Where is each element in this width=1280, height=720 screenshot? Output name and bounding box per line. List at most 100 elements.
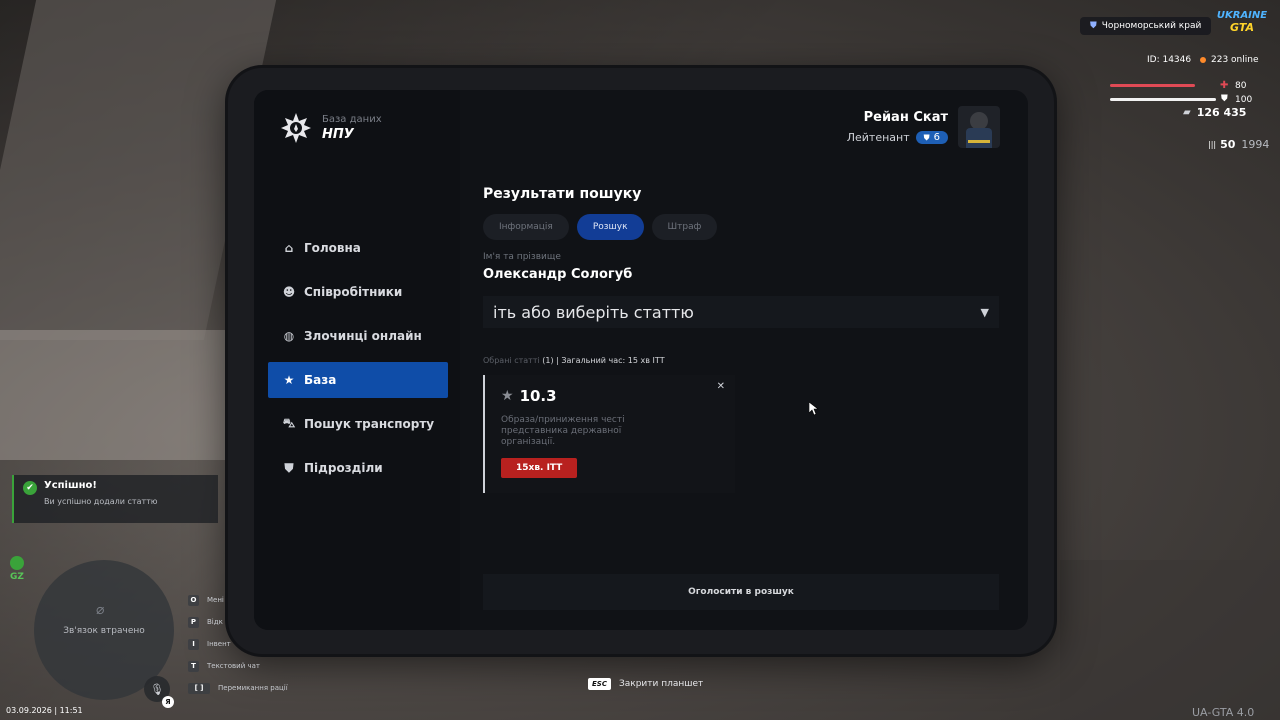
declare-wanted-button[interactable]: Оголосити в розшук [483, 574, 999, 610]
online-icon [1200, 57, 1206, 63]
key-hint-label: Інвент [207, 640, 231, 648]
key-t: T [188, 660, 199, 672]
sidebar-item-home[interactable]: ⌂ Головна [268, 230, 448, 266]
article-header: ★ 10.3 [501, 387, 719, 405]
rank-badge: ⛊ 6 [915, 131, 948, 144]
tab-wanted[interactable]: Розшук [576, 214, 644, 240]
tab-information[interactable]: Інформація [483, 214, 569, 240]
total-time: | Загальний час: 15 хв ІТТ [556, 356, 665, 365]
tab-fine[interactable]: Штраф [651, 214, 718, 240]
key-hint-row: [ ] Перемикання рації [188, 677, 288, 699]
key-i: I [188, 638, 199, 650]
avatar-body [966, 128, 992, 148]
date-time: 03.09.2026 | 11:51 [6, 706, 83, 715]
player-id-label: ID: 14346 [1147, 55, 1192, 65]
sidebar-item-criminals[interactable]: ◍ Злочинці онлайн [268, 318, 448, 354]
tablet-screen: База даних НПУ Рейан Скат Лейтенант ⛊ 6 [254, 90, 1028, 630]
sidebar-item-label: Головна [304, 241, 361, 255]
mic-badge: Я [162, 696, 174, 708]
sidebar-item-label: База [304, 373, 337, 387]
minimap-status: Зв'язок втрачено [63, 626, 145, 636]
car-icon: ⛍ [282, 416, 296, 430]
region-badge: ⛊ Чорноморський край [1080, 17, 1212, 35]
sidebar-item-label: Співробітники [304, 285, 403, 299]
avatar [958, 106, 1000, 148]
rank-level: 6 [933, 132, 940, 143]
heart-icon: ✚ [1220, 80, 1229, 91]
money-icon: ▰ [1183, 107, 1191, 118]
player-id: ID: 14346 [1147, 55, 1191, 65]
close-tablet-label: Закрити планшет [618, 679, 704, 689]
main-content: Результати пошуку Інформація Розшук Штра… [483, 186, 1001, 493]
no-signal-icon: ⌀ [96, 602, 105, 618]
page-title: Результати пошуку [483, 186, 642, 202]
article-description: Образа/приниження честі представника дер… [501, 415, 625, 447]
result-tabs: Інформація Розшук Штраф [483, 214, 1001, 240]
brand-line-2: GTA [1230, 21, 1254, 34]
online-count: 223 online [1200, 55, 1259, 65]
key-hints: O Мені P Відк I Інвент T Текстовий чат [… [188, 589, 288, 699]
article-time-badge: 15хв. ІТТ [501, 458, 578, 478]
health-bar [1110, 84, 1195, 87]
app-logo: База даних НПУ [280, 112, 382, 144]
users-icon: ☻ [282, 285, 296, 299]
logo-title: НПУ [322, 127, 354, 142]
check-icon: ✔ [23, 481, 37, 495]
brand-logo: UKRAINE GTA [1212, 10, 1272, 40]
sidebar-item-database[interactable]: ★ База [268, 362, 448, 398]
armor-bar [1110, 98, 1216, 101]
green-zone-indicator: GZ [8, 556, 26, 582]
green-zone-icon [10, 556, 24, 570]
chosen-articles-summary: Обрані статті (1) | Загальний час: 15 хв… [483, 356, 1001, 365]
key-p: P [188, 616, 199, 628]
chevron-down-icon: ▼ [980, 305, 989, 319]
close-tablet-hint: ESC Закрити планшет [588, 678, 703, 690]
sidebar-item-vehicle-search[interactable]: ⛍ Пошук транспорту [268, 406, 448, 442]
green-zone-label: GZ [10, 572, 24, 582]
police-tablet: База даних НПУ Рейан Скат Лейтенант ⛊ 6 [228, 68, 1054, 654]
key-hint-row: I Інвент [188, 633, 288, 655]
sidebar-item-label: Злочинці онлайн [304, 329, 422, 343]
profile-rank: Лейтенант ⛊ 6 [847, 131, 948, 144]
star-icon: ★ [283, 373, 295, 387]
key-hint-label: Відк [207, 618, 223, 626]
chosen-label: Обрані статті [483, 356, 540, 365]
profile-name: Рейан Скат [863, 110, 948, 125]
sidebar-item-employees[interactable]: ☻ Співробітники [268, 274, 448, 310]
chosen-count: (1) [542, 356, 554, 365]
article-select[interactable]: іть або виберіть статтю ▼ [483, 296, 999, 328]
police-star-icon [281, 113, 311, 143]
world-table [0, 330, 230, 460]
ammo-total: 1994 [1241, 138, 1270, 151]
mouse-cursor-icon [809, 402, 819, 416]
star-icon: ★ [501, 388, 514, 404]
name-label: Ім'я та прізвище [483, 252, 561, 262]
sidebar-item-label: Пошук транспорту [304, 417, 435, 431]
article-select-value: іть або виберіть статтю [493, 302, 694, 322]
success-notification: ✔ Успішно! Ви успішно додали статтю [12, 475, 218, 523]
ammo-current: 50 [1220, 138, 1236, 151]
sidebar-item-label: Підрозділи [304, 461, 383, 475]
health-value: 80 [1235, 81, 1247, 91]
armor-icon: ⛊ [1221, 94, 1228, 104]
key-hint-label: Текстовий чат [207, 662, 260, 670]
key-hint-row: T Текстовий чат [188, 655, 288, 677]
rank-label: Лейтенант [846, 131, 910, 144]
key-hint-label: Мені [207, 596, 224, 604]
close-icon[interactable]: ✕ [717, 381, 725, 392]
key-brackets: [ ] [188, 682, 210, 694]
home-icon: ⌂ [284, 241, 294, 255]
logo-subtitle: База даних [322, 114, 382, 125]
shield-icon: ⛊ [1090, 21, 1097, 31]
region-label: Чорноморський край [1101, 21, 1202, 31]
notification-text: Ви успішно додали статтю [44, 497, 158, 506]
game-version: UA-GTA 4.0 [1192, 706, 1255, 719]
notification-title: Успішно! [44, 480, 97, 491]
sidebar-nav: ⌂ Головна ☻ Співробітники ◍ Злочинці онл… [268, 230, 448, 494]
sidebar-item-departments[interactable]: ⛊ Підрозділи [268, 450, 448, 486]
ammo-icon: ||| [1208, 140, 1217, 149]
online-label: 223 online [1211, 55, 1259, 65]
avatar-accent [968, 140, 990, 143]
shield-icon: ⛊ [284, 460, 294, 475]
key-o: O [188, 594, 199, 606]
